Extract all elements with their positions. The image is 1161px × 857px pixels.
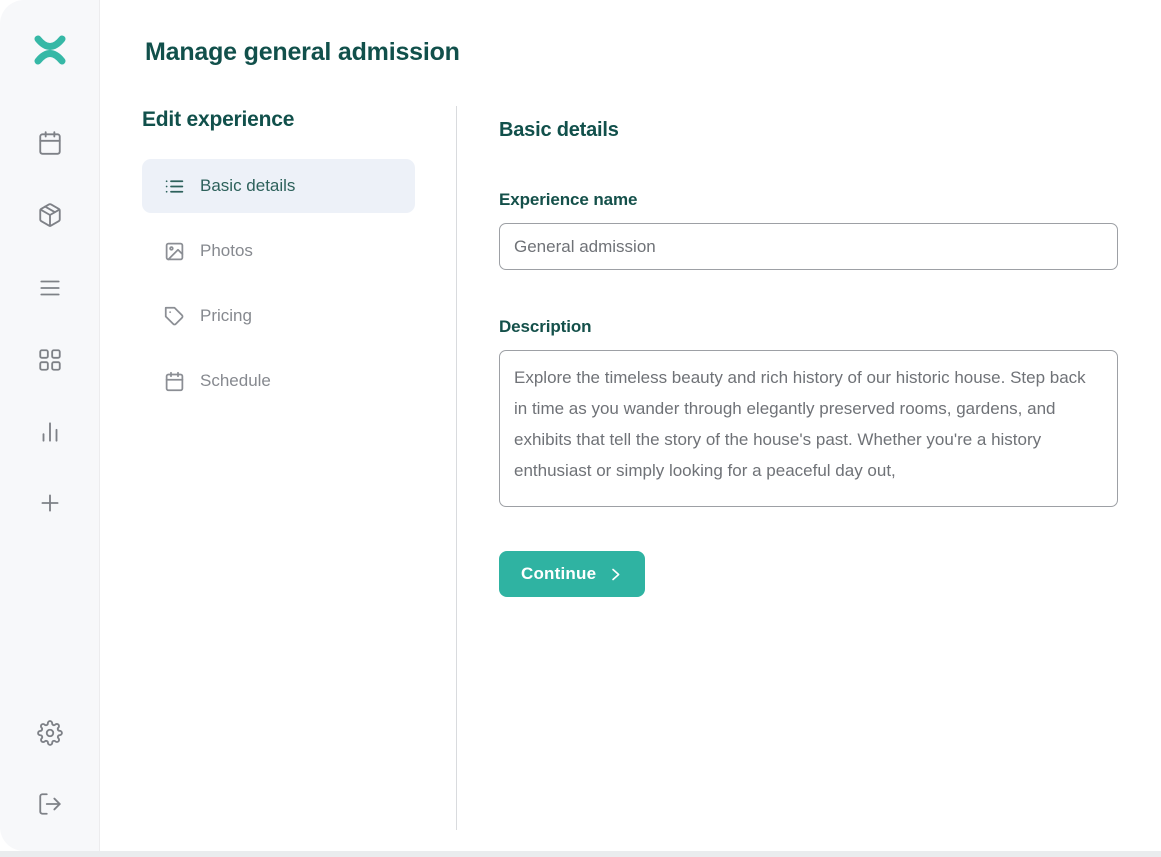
app-window: Manage general admission Edit experience… (0, 0, 1161, 851)
icon-rail-sidebar (0, 0, 100, 851)
list-icon[interactable] (37, 275, 63, 301)
grid-icon[interactable] (37, 347, 63, 373)
chevron-right-icon (608, 567, 623, 582)
description-textarea[interactable]: Explore the timeless beauty and rich his… (499, 350, 1118, 507)
calendar-icon[interactable] (37, 130, 63, 156)
nav-item-photos[interactable]: Photos (142, 224, 415, 278)
nav-item-basic-details[interactable]: Basic details (142, 159, 415, 213)
nav-heading: Edit experience (142, 108, 415, 132)
continue-button-label: Continue (521, 564, 596, 584)
list-icon (164, 176, 185, 197)
edit-experience-nav: Edit experience Basic details Photos Pri… (142, 108, 415, 419)
nav-item-label: Photos (200, 241, 253, 261)
brand-logo-icon (34, 34, 66, 66)
nav-item-pricing[interactable]: Pricing (142, 289, 415, 343)
plus-icon[interactable] (37, 490, 63, 516)
nav-item-label: Schedule (200, 371, 271, 391)
basic-details-form: Basic details Experience name Descriptio… (499, 105, 1118, 597)
brand-logo[interactable] (34, 34, 66, 66)
bar-chart-icon[interactable] (37, 419, 63, 445)
tag-icon (164, 306, 185, 327)
page-title: Manage general admission (145, 38, 460, 67)
nav-item-label: Pricing (200, 306, 252, 326)
experience-name-label: Experience name (499, 190, 1118, 210)
vertical-divider (456, 106, 457, 830)
image-icon (164, 241, 185, 262)
continue-button[interactable]: Continue (499, 551, 645, 597)
description-label: Description (499, 317, 1118, 337)
calendar-icon (164, 371, 185, 392)
page: Manage general admission Edit experience… (0, 0, 1161, 857)
form-section-heading: Basic details (499, 119, 1118, 142)
package-icon[interactable] (37, 202, 63, 228)
nav-item-label: Basic details (200, 176, 295, 196)
experience-name-input[interactable] (499, 223, 1118, 270)
logout-icon[interactable] (37, 791, 63, 817)
settings-gear-icon[interactable] (37, 720, 63, 746)
nav-item-schedule[interactable]: Schedule (142, 354, 415, 408)
main-area: Manage general admission Edit experience… (100, 0, 1161, 851)
bottom-edge-strip (0, 851, 1161, 857)
